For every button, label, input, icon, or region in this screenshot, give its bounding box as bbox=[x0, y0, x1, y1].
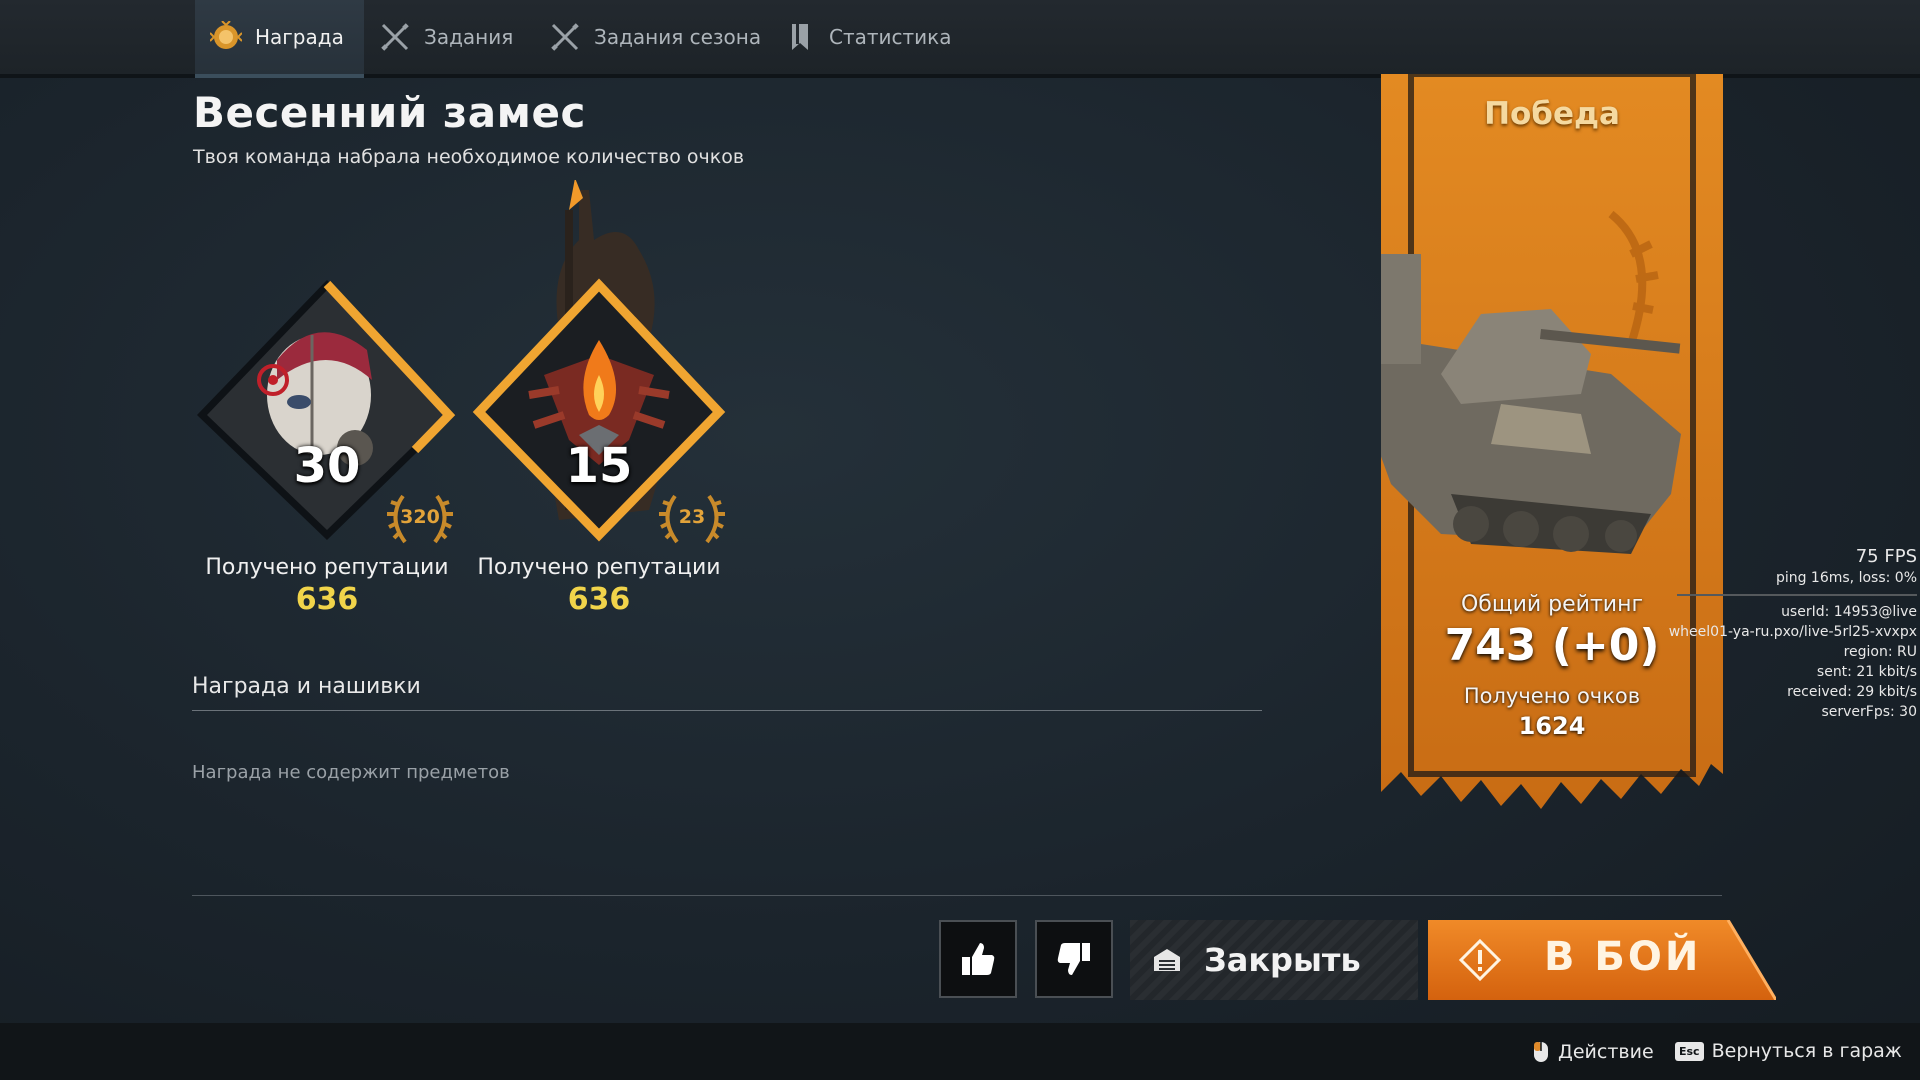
crossed-swords-icon bbox=[378, 20, 412, 54]
close-button-label: Закрыть bbox=[1204, 941, 1361, 979]
top-tab-bar: Награда Задания Задания сезона Статистик… bbox=[0, 0, 1920, 78]
server-text: wheel01-ya-ru.pxo/live-5rl25-xvxpx bbox=[1668, 624, 1917, 640]
page-subtitle: Твоя команда набрала необходимое количес… bbox=[193, 146, 745, 168]
reputation-label: Получено репутации bbox=[205, 555, 449, 580]
action-hint-label: Действие bbox=[1558, 1041, 1654, 1063]
esc-key-icon: Esc bbox=[1675, 1041, 1704, 1061]
reputation-card: 15 23 Получено репутации 636 bbox=[449, 180, 749, 620]
laurel-badge: 23 bbox=[657, 488, 727, 548]
rewards-section-title: Награда и нашивки bbox=[192, 674, 421, 699]
reward-badge-icon bbox=[209, 20, 243, 54]
alert-diamond-icon bbox=[1458, 938, 1502, 982]
server-fps-text: serverFps: 30 bbox=[1821, 704, 1917, 720]
page-title: Весенний замес bbox=[193, 88, 586, 137]
laurel-value: 320 bbox=[400, 506, 440, 528]
bookmark-icon bbox=[783, 20, 817, 54]
thumbs-down-icon bbox=[1057, 943, 1090, 975]
battle-button-label: В БОЙ bbox=[1544, 934, 1702, 980]
laurel-value: 23 bbox=[678, 506, 706, 528]
reputation-level: 15 bbox=[565, 438, 633, 494]
rewards-empty-text: Награда не содержит предметов bbox=[192, 762, 510, 783]
divider bbox=[192, 895, 1722, 896]
tab-season-missions[interactable]: Задания сезона bbox=[548, 0, 761, 74]
tab-label: Награда bbox=[255, 25, 344, 49]
received-text: received: 29 kbit/s bbox=[1787, 684, 1917, 700]
like-button[interactable] bbox=[939, 920, 1017, 998]
tab-label: Статистика bbox=[829, 25, 952, 49]
action-hint: Действие bbox=[1532, 1040, 1654, 1064]
laurel-badge: 320 bbox=[385, 488, 455, 548]
reputation-label: Получено репутации bbox=[477, 555, 721, 580]
reputation-level: 30 bbox=[293, 438, 361, 494]
tab-missions[interactable]: Задания bbox=[378, 0, 513, 74]
back-to-garage-hint[interactable]: Esc Вернуться в гараж bbox=[1675, 1040, 1902, 1062]
thumbs-up-icon bbox=[962, 943, 995, 975]
reputation-value: 636 bbox=[567, 582, 631, 617]
net-graph bbox=[1677, 594, 1917, 596]
garage-icon bbox=[1152, 947, 1182, 973]
crossed-swords-icon bbox=[548, 20, 582, 54]
user-id-text: userId: 14953@live bbox=[1781, 604, 1917, 620]
match-result: Победа bbox=[1484, 96, 1620, 132]
esc-key-label: Esc bbox=[1675, 1041, 1704, 1061]
to-battle-button[interactable]: В БОЙ bbox=[1428, 920, 1776, 1000]
region-text: region: RU bbox=[1843, 644, 1917, 660]
divider bbox=[192, 710, 1262, 711]
tab-label: Задания сезона bbox=[594, 25, 762, 49]
ping-text: ping 16ms, loss: 0% bbox=[1775, 570, 1917, 586]
back-to-garage-label: Вернуться в гараж bbox=[1711, 1040, 1902, 1062]
tab-reward[interactable]: Награда bbox=[195, 0, 364, 78]
tab-label: Задания bbox=[424, 25, 514, 49]
network-stats: 75 FPS ping 16ms, loss: 0% userId: 14953… bbox=[1669, 546, 1917, 722]
dislike-button[interactable] bbox=[1035, 920, 1113, 998]
reputation-value: 636 bbox=[295, 582, 359, 617]
fps-counter: 75 FPS bbox=[1855, 546, 1917, 567]
mouse-icon bbox=[1532, 1040, 1550, 1064]
tab-statistics[interactable]: Статистика bbox=[783, 0, 952, 74]
close-button[interactable]: Закрыть bbox=[1130, 920, 1418, 1000]
reputation-card: 30 320 Получено репутации 636 bbox=[177, 180, 477, 620]
sent-text: sent: 21 kbit/s bbox=[1816, 664, 1917, 680]
